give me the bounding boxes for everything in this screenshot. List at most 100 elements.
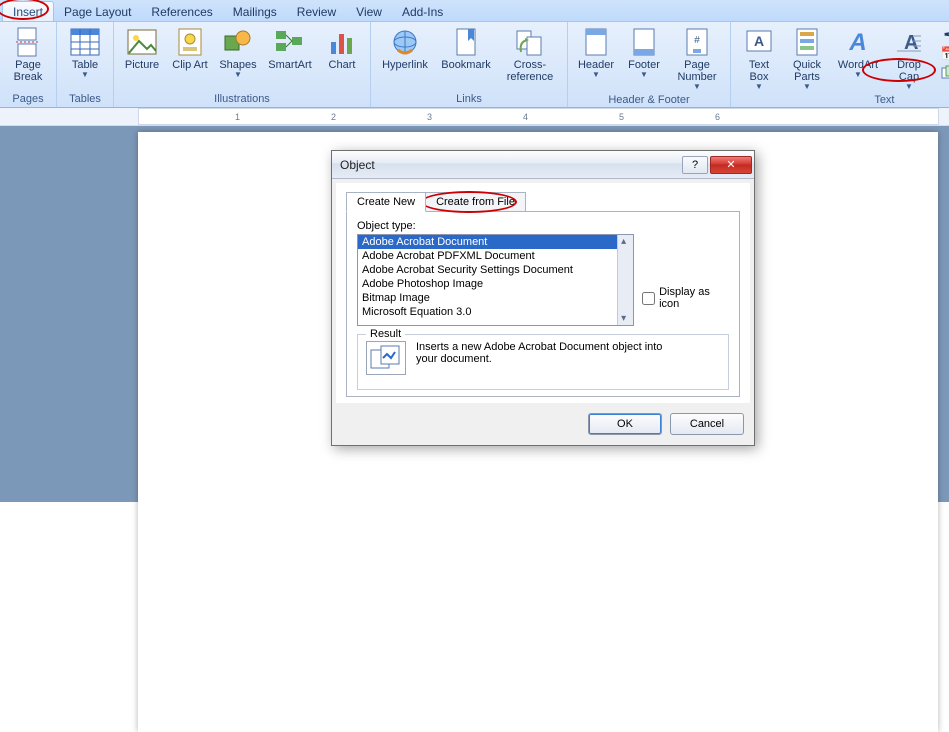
page-break-label: Page Break <box>7 59 49 83</box>
tab-create-new[interactable]: Create New <box>346 192 426 212</box>
chart-label: Chart <box>329 59 356 71</box>
bookmark-icon <box>450 26 482 58</box>
table-button[interactable]: Table ▼ <box>63 24 107 81</box>
tab-view[interactable]: View <box>346 2 392 21</box>
smartart-icon <box>274 26 306 58</box>
page-number-icon: # <box>681 26 713 58</box>
hyperlink-label: Hyperlink <box>382 59 428 71</box>
quick-parts-button[interactable]: Quick Parts ▼ <box>785 24 829 93</box>
bookmark-label: Bookmark <box>441 59 491 71</box>
signature-line-button[interactable]: ✒ Signature Lin <box>939 26 949 44</box>
table-icon <box>69 26 101 58</box>
list-item[interactable]: Microsoft Equation 3.0 <box>358 305 633 319</box>
clip-art-label: Clip Art <box>172 59 207 71</box>
close-icon: ✕ <box>726 158 735 171</box>
list-item[interactable]: Adobe Photoshop Image <box>358 277 633 291</box>
object-icon <box>941 65 949 81</box>
dropdown-icon: ▼ <box>854 70 862 79</box>
picture-button[interactable]: Picture <box>120 24 164 73</box>
page-number-button[interactable]: # Page Number ▼ <box>670 24 724 93</box>
svg-text:#: # <box>694 35 700 46</box>
dialog-close-button[interactable]: ✕ <box>710 156 752 174</box>
date-time-icon: 📅 <box>941 46 949 62</box>
ruler-tick: 5 <box>619 112 624 122</box>
ruler-scale: 1 2 3 4 5 6 <box>138 108 939 125</box>
list-item[interactable]: Adobe Acrobat Document <box>358 235 633 249</box>
cross-reference-icon <box>514 26 546 58</box>
shapes-button[interactable]: Shapes ▼ <box>216 24 260 81</box>
quick-parts-icon <box>791 26 823 58</box>
text-box-label: Text Box <box>738 59 780 83</box>
drop-cap-icon: A <box>893 26 925 58</box>
help-icon: ? <box>692 159 698 171</box>
group-text: A Text Box ▼ Quick Parts ▼ A WordArt ▼ <box>731 22 949 107</box>
group-header-footer: Header ▼ Footer ▼ # Page Number ▼ Header… <box>568 22 731 107</box>
footer-icon <box>628 26 660 58</box>
ruler-tick: 2 <box>331 112 336 122</box>
group-illustrations: Picture Clip Art Shapes ▼ SmartArt <box>114 22 371 107</box>
list-item[interactable]: Adobe Acrobat Security Settings Document <box>358 263 633 277</box>
dialog-title: Object <box>340 158 680 172</box>
group-pages: Page Break Pages <box>0 22 57 107</box>
dialog-panel: Object type: Adobe Acrobat Document Adob… <box>346 211 740 397</box>
object-type-label: Object type: <box>357 220 729 232</box>
clip-art-button[interactable]: Clip Art <box>168 24 212 73</box>
bookmark-button[interactable]: Bookmark <box>437 24 495 73</box>
display-as-icon-input[interactable] <box>642 292 655 305</box>
group-illustrations-label: Illustrations <box>120 92 364 107</box>
tab-review[interactable]: Review <box>287 2 346 21</box>
header-icon <box>580 26 612 58</box>
clip-art-icon <box>174 26 206 58</box>
wordart-button[interactable]: A WordArt ▼ <box>833 24 883 81</box>
footer-button[interactable]: Footer ▼ <box>622 24 666 81</box>
chart-button[interactable]: Chart <box>320 24 364 73</box>
object-dialog: Object ? ✕ Create New Create from File O… <box>331 150 755 446</box>
tab-addins[interactable]: Add-Ins <box>392 2 453 21</box>
dropdown-icon: ▼ <box>81 70 89 79</box>
ribbon-tabstrip: Insert Page Layout References Mailings R… <box>0 0 949 22</box>
picture-label: Picture <box>125 59 159 71</box>
text-box-button[interactable]: A Text Box ▼ <box>737 24 781 93</box>
drop-cap-button[interactable]: A Drop Cap ▼ <box>887 24 931 93</box>
result-legend: Result <box>366 328 405 340</box>
svg-text:A: A <box>754 33 764 49</box>
ruler: 1 2 3 4 5 6 <box>0 108 949 126</box>
page-break-button[interactable]: Page Break <box>6 24 50 85</box>
ok-button[interactable]: OK <box>588 413 662 435</box>
tab-insert[interactable]: Insert <box>2 1 54 21</box>
date-time-button[interactable]: 📅 Date & Time <box>939 45 949 63</box>
ruler-tick: 1 <box>235 112 240 122</box>
svg-text:A: A <box>848 29 866 56</box>
cross-reference-button[interactable]: Cross-reference <box>499 24 561 85</box>
picture-icon <box>126 26 158 58</box>
dialog-tabs: Create New Create from File <box>346 191 740 211</box>
listbox-scrollbar[interactable] <box>617 235 633 325</box>
hyperlink-button[interactable]: Hyperlink <box>377 24 433 73</box>
ruler-tick: 4 <box>523 112 528 122</box>
ruler-tick: 3 <box>427 112 432 122</box>
dropdown-icon: ▼ <box>755 82 763 91</box>
tab-page-layout[interactable]: Page Layout <box>54 2 141 21</box>
group-text-label: Text <box>737 93 949 108</box>
cancel-button[interactable]: Cancel <box>670 413 744 435</box>
page-break-icon <box>12 26 44 58</box>
page-number-label: Page Number <box>671 59 723 83</box>
shapes-icon <box>222 26 254 58</box>
tab-create-from-file[interactable]: Create from File <box>425 192 526 212</box>
object-button[interactable]: Object ▼ <box>939 64 949 82</box>
smartart-button[interactable]: SmartArt <box>264 24 316 73</box>
header-button[interactable]: Header ▼ <box>574 24 618 81</box>
object-type-listbox[interactable]: Adobe Acrobat Document Adobe Acrobat PDF… <box>357 234 634 326</box>
tab-references[interactable]: References <box>141 2 222 21</box>
group-links: Hyperlink Bookmark Cross-reference Links <box>371 22 568 107</box>
dialog-titlebar[interactable]: Object ? ✕ <box>332 151 754 179</box>
list-item[interactable]: Adobe Acrobat PDFXML Document <box>358 249 633 263</box>
dropdown-icon: ▼ <box>693 82 701 91</box>
list-item[interactable]: Bitmap Image <box>358 291 633 305</box>
text-box-icon: A <box>743 26 775 58</box>
display-as-icon-checkbox[interactable]: Display as icon <box>642 286 729 310</box>
drop-cap-label: Drop Cap <box>888 59 930 83</box>
dialog-help-button[interactable]: ? <box>682 156 708 174</box>
tab-mailings[interactable]: Mailings <box>223 2 287 21</box>
dropdown-icon: ▼ <box>905 82 913 91</box>
